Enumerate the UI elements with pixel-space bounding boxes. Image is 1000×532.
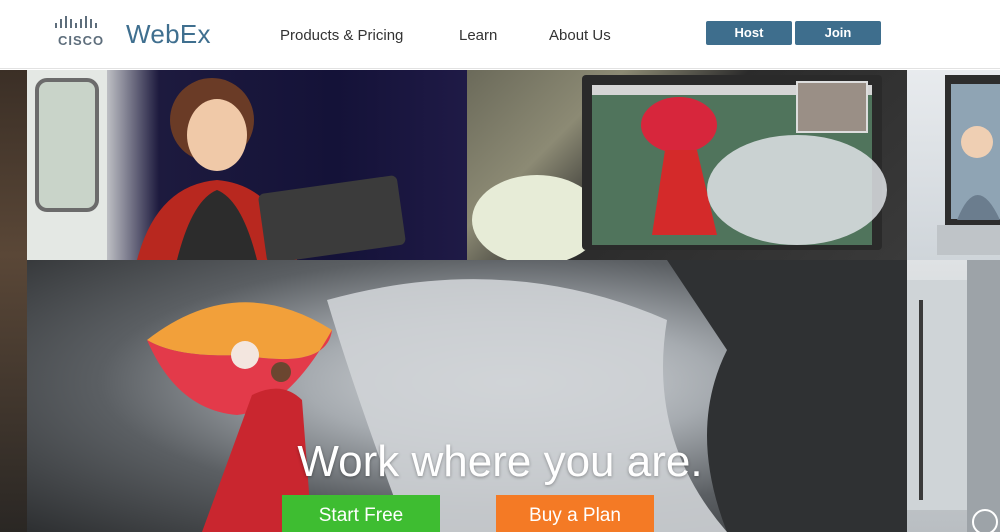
join-button[interactable]: Join xyxy=(795,21,881,45)
hero-image-woman-tablet xyxy=(27,70,467,260)
host-button[interactable]: Host xyxy=(706,21,792,45)
cisco-bars-icon xyxy=(55,16,97,28)
nav-learn[interactable]: Learn xyxy=(459,27,497,44)
hero-headline: Work where you are. xyxy=(297,437,703,486)
hero-image-laptop-call xyxy=(907,70,1000,260)
buy-plan-button[interactable]: Buy a Plan xyxy=(496,495,654,532)
webex-wordmark: WebEx xyxy=(126,19,211,49)
hero-image-laptop-video xyxy=(467,70,907,260)
hero-image-waterfall-umbrella xyxy=(27,260,907,532)
hero-image-office-right xyxy=(907,260,1000,532)
hero-section: Work where you are. Start Free Buy a Pla… xyxy=(0,70,1000,532)
site-header: CISCO WebEx Products & Pricing Learn Abo… xyxy=(0,0,1000,69)
start-free-button[interactable]: Start Free xyxy=(282,495,440,532)
cisco-wordmark: CISCO xyxy=(58,33,105,48)
nav-about-us[interactable]: About Us xyxy=(549,27,611,44)
cisco-webex-logo[interactable]: CISCO WebEx xyxy=(54,16,214,52)
nav-products-pricing[interactable]: Products & Pricing xyxy=(280,27,403,44)
